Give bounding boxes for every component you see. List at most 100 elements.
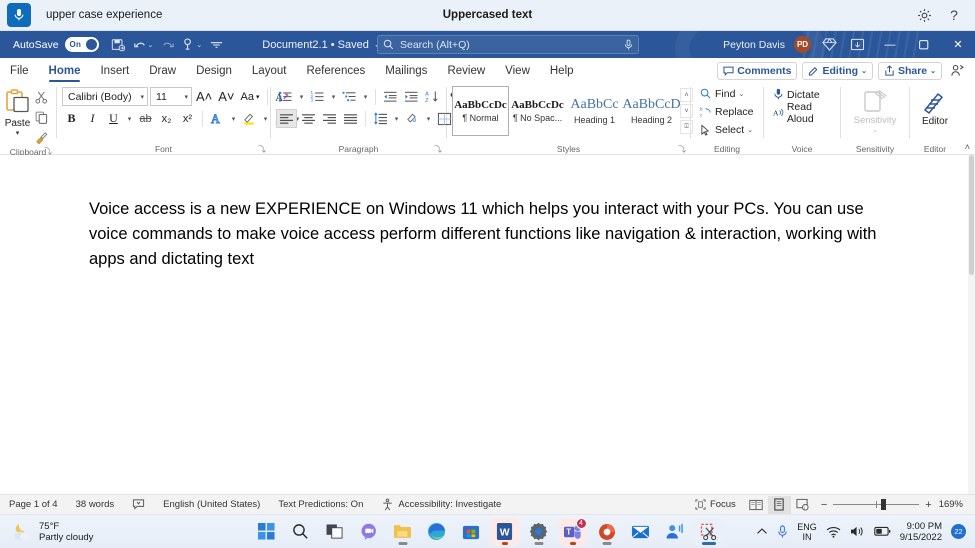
style-heading-1[interactable]: AaBbCс Heading 1 <box>566 86 623 136</box>
notification-badge[interactable]: 22 <box>951 524 966 539</box>
undo-caret[interactable]: ⌄ <box>148 41 154 49</box>
search-bar[interactable]: Search (Alt+Q) <box>377 35 639 54</box>
web-layout-button[interactable]: i <box>791 496 814 514</box>
chevron-down-icon[interactable]: ⌄ <box>861 67 867 75</box>
select-caret[interactable]: ⌄ <box>747 126 753 134</box>
tab-draw[interactable]: Draw <box>139 58 186 83</box>
tab-help[interactable]: Help <box>540 58 584 83</box>
present-in-teams-icon[interactable] <box>947 62 967 80</box>
copy-button[interactable] <box>32 108 51 127</box>
bullet-list-button[interactable] <box>276 87 295 106</box>
microsoft-edge-button[interactable] <box>423 518 451 546</box>
paste-caret[interactable]: ▾ <box>16 129 20 137</box>
text-highlight-button[interactable] <box>240 109 259 128</box>
chevron-up-icon[interactable] <box>756 527 768 536</box>
numbered-list-caret[interactable]: ▾ <box>329 87 338 106</box>
autosave-toggle[interactable]: On <box>64 37 99 52</box>
microphone-icon[interactable] <box>624 39 633 51</box>
task-view-button[interactable] <box>321 518 349 546</box>
tab-design[interactable]: Design <box>186 58 242 83</box>
share-button[interactable]: Share ⌄ <box>877 61 942 80</box>
document-body-text[interactable]: Voice access is a new EXPERIENCE on Wind… <box>89 197 889 272</box>
paragraph-dialog-launcher[interactable]: ⤵ <box>434 144 442 155</box>
speaker-icon[interactable] <box>850 525 865 538</box>
accessibility-indicator[interactable]: Accessibility: Investigate <box>372 495 510 515</box>
close-button[interactable]: ✕ <box>941 31 975 58</box>
print-layout-button[interactable] <box>767 495 791 514</box>
tab-file[interactable]: File <box>0 58 39 83</box>
language-indicator[interactable]: English (United States) <box>154 495 269 515</box>
settings-button[interactable] <box>525 518 553 546</box>
start-button[interactable] <box>253 518 281 546</box>
shading-button[interactable] <box>403 109 422 128</box>
snipping-tool-button[interactable] <box>694 517 723 546</box>
scrollbar-thumb[interactable] <box>969 155 974 275</box>
microsoft-word-button[interactable]: W <box>490 517 519 546</box>
font-family-combo[interactable]: Calibri (Body) ▾ <box>62 87 148 106</box>
powerpoint-button[interactable] <box>593 518 621 546</box>
chat-button[interactable] <box>355 518 383 546</box>
highlight-color-caret[interactable]: ▾ <box>261 109 270 128</box>
wifi-icon[interactable] <box>826 526 841 538</box>
find-caret[interactable]: ⌄ <box>738 90 744 98</box>
undo-button[interactable]: ⌄ <box>131 34 156 55</box>
bullet-list-caret[interactable]: ▾ <box>297 87 306 106</box>
minimize-button[interactable]: — <box>873 31 907 58</box>
cut-button[interactable] <box>32 88 51 107</box>
font-dialog-launcher[interactable]: ⤵ <box>258 144 266 155</box>
chevron-down-icon[interactable]: ▾ <box>184 93 188 101</box>
strikethrough-button[interactable]: ab <box>136 109 155 128</box>
microphone-icon[interactable] <box>777 524 788 539</box>
zoom-knob[interactable] <box>881 499 887 510</box>
decrease-indent-button[interactable] <box>381 87 400 106</box>
tab-review[interactable]: Review <box>437 58 495 83</box>
editor-button[interactable]: Editor <box>915 89 955 127</box>
style-heading-2[interactable]: AaBbCcD Heading 2 <box>622 86 680 136</box>
tab-layout[interactable]: Layout <box>242 58 297 83</box>
zoom-slider[interactable]: − + <box>821 499 932 511</box>
justify-button[interactable] <box>341 109 360 128</box>
shrink-font-button[interactable]: A˅ <box>216 87 236 106</box>
voice-access-mic-button[interactable] <box>7 3 31 27</box>
weather-widget[interactable]: 75°F Partly cloudy <box>0 521 93 543</box>
sort-button[interactable]: A Z <box>423 87 442 106</box>
text-effects-button[interactable]: A <box>208 109 227 128</box>
align-left-button[interactable] <box>276 109 297 128</box>
editing-button[interactable]: Editing ⌄ <box>802 61 873 80</box>
comments-button[interactable]: Comments <box>717 61 798 80</box>
touch-mode-button[interactable]: ⌄ <box>180 34 204 55</box>
subscript-button[interactable]: x₂ <box>157 109 176 128</box>
mail-button[interactable] <box>627 518 655 546</box>
document-scrollbar[interactable] <box>968 155 975 494</box>
grow-font-button[interactable]: A˄ <box>194 87 214 106</box>
line-spacing-caret[interactable]: ▾ <box>392 109 401 128</box>
format-painter-button[interactable] <box>32 128 51 147</box>
chevron-down-icon[interactable]: ⌄ <box>930 67 936 75</box>
microsoft-store-button[interactable] <box>457 518 485 546</box>
sensitivity-caret[interactable]: ⌄ <box>872 126 878 134</box>
document-canvas[interactable]: Voice access is a new EXPERIENCE on Wind… <box>0 155 975 494</box>
underline-button[interactable]: U <box>104 109 123 128</box>
zoom-in-button[interactable]: + <box>925 499 931 511</box>
font-size-combo[interactable]: 11 ▾ <box>150 87 192 106</box>
proofing-errors-icon[interactable] <box>123 495 154 515</box>
multilevel-list-button[interactable] <box>340 87 359 106</box>
underline-caret[interactable]: ▾ <box>125 109 134 128</box>
page-indicator[interactable]: Page 1 of 4 <box>0 495 67 515</box>
restore-button[interactable] <box>907 31 941 58</box>
paste-button[interactable]: Paste ▾ <box>4 87 31 137</box>
language-indicator[interactable]: ENG IN <box>797 522 817 542</box>
document-name[interactable]: Document2.1 • Saved ⌄ <box>262 39 380 51</box>
redo-button[interactable] <box>158 34 177 55</box>
ribbon-display-options-icon[interactable] <box>848 34 867 55</box>
text-effects-caret[interactable]: ▾ <box>229 109 238 128</box>
shading-caret[interactable]: ▾ <box>424 109 433 128</box>
tab-references[interactable]: References <box>296 58 375 83</box>
styles-dialog-launcher[interactable]: ⤵ <box>678 144 686 155</box>
tab-home[interactable]: Home <box>39 58 91 83</box>
select-button[interactable]: Select ⌄ <box>697 121 757 138</box>
save-button[interactable] <box>109 34 128 55</box>
line-spacing-button[interactable] <box>371 109 390 128</box>
voice-access-button[interactable] <box>661 518 689 546</box>
file-explorer-button[interactable] <box>389 518 417 546</box>
